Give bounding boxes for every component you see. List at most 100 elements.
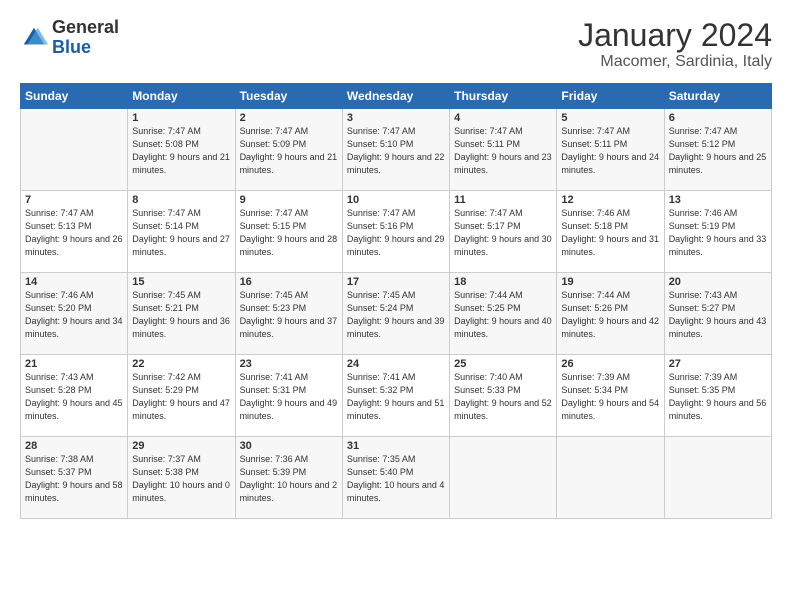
day-info: Sunrise: 7:47 AMSunset: 5:16 PMDaylight:… [347, 207, 445, 259]
day-number: 19 [561, 276, 659, 288]
day-number: 20 [669, 276, 767, 288]
day-info: Sunrise: 7:45 AMSunset: 5:23 PMDaylight:… [240, 289, 338, 341]
weekday-header-saturday: Saturday [664, 84, 771, 109]
day-number: 10 [347, 194, 445, 206]
logo-text: General Blue [52, 18, 119, 58]
day-info: Sunrise: 7:40 AMSunset: 5:33 PMDaylight:… [454, 371, 552, 423]
calendar-cell: 20Sunrise: 7:43 AMSunset: 5:27 PMDayligh… [664, 273, 771, 355]
header: General Blue January 2024 Macomer, Sardi… [20, 18, 772, 71]
calendar-week-row: 1Sunrise: 7:47 AMSunset: 5:08 PMDaylight… [21, 109, 772, 191]
day-info: Sunrise: 7:36 AMSunset: 5:39 PMDaylight:… [240, 453, 338, 505]
day-info: Sunrise: 7:46 AMSunset: 5:18 PMDaylight:… [561, 207, 659, 259]
day-info: Sunrise: 7:44 AMSunset: 5:26 PMDaylight:… [561, 289, 659, 341]
calendar-cell: 28Sunrise: 7:38 AMSunset: 5:37 PMDayligh… [21, 437, 128, 519]
day-number: 24 [347, 358, 445, 370]
day-number: 18 [454, 276, 552, 288]
day-number: 22 [132, 358, 230, 370]
calendar-cell: 5Sunrise: 7:47 AMSunset: 5:11 PMDaylight… [557, 109, 664, 191]
day-info: Sunrise: 7:47 AMSunset: 5:13 PMDaylight:… [25, 207, 123, 259]
weekday-header-tuesday: Tuesday [235, 84, 342, 109]
calendar-week-row: 21Sunrise: 7:43 AMSunset: 5:28 PMDayligh… [21, 355, 772, 437]
day-number: 14 [25, 276, 123, 288]
day-info: Sunrise: 7:45 AMSunset: 5:21 PMDaylight:… [132, 289, 230, 341]
calendar-cell: 13Sunrise: 7:46 AMSunset: 5:19 PMDayligh… [664, 191, 771, 273]
calendar-cell: 23Sunrise: 7:41 AMSunset: 5:31 PMDayligh… [235, 355, 342, 437]
calendar-cell: 29Sunrise: 7:37 AMSunset: 5:38 PMDayligh… [128, 437, 235, 519]
calendar-cell [21, 109, 128, 191]
day-info: Sunrise: 7:47 AMSunset: 5:14 PMDaylight:… [132, 207, 230, 259]
day-number: 31 [347, 440, 445, 452]
calendar-cell: 31Sunrise: 7:35 AMSunset: 5:40 PMDayligh… [342, 437, 449, 519]
day-info: Sunrise: 7:37 AMSunset: 5:38 PMDaylight:… [132, 453, 230, 505]
calendar-cell: 22Sunrise: 7:42 AMSunset: 5:29 PMDayligh… [128, 355, 235, 437]
day-info: Sunrise: 7:47 AMSunset: 5:11 PMDaylight:… [454, 125, 552, 177]
day-number: 28 [25, 440, 123, 452]
calendar-cell: 18Sunrise: 7:44 AMSunset: 5:25 PMDayligh… [450, 273, 557, 355]
calendar-cell: 24Sunrise: 7:41 AMSunset: 5:32 PMDayligh… [342, 355, 449, 437]
calendar-cell: 21Sunrise: 7:43 AMSunset: 5:28 PMDayligh… [21, 355, 128, 437]
day-info: Sunrise: 7:42 AMSunset: 5:29 PMDaylight:… [132, 371, 230, 423]
day-number: 9 [240, 194, 338, 206]
calendar-cell: 12Sunrise: 7:46 AMSunset: 5:18 PMDayligh… [557, 191, 664, 273]
day-info: Sunrise: 7:41 AMSunset: 5:31 PMDaylight:… [240, 371, 338, 423]
day-number: 4 [454, 112, 552, 124]
calendar-week-row: 14Sunrise: 7:46 AMSunset: 5:20 PMDayligh… [21, 273, 772, 355]
day-info: Sunrise: 7:46 AMSunset: 5:19 PMDaylight:… [669, 207, 767, 259]
day-info: Sunrise: 7:39 AMSunset: 5:34 PMDaylight:… [561, 371, 659, 423]
day-number: 2 [240, 112, 338, 124]
day-number: 15 [132, 276, 230, 288]
day-info: Sunrise: 7:45 AMSunset: 5:24 PMDaylight:… [347, 289, 445, 341]
calendar-cell: 14Sunrise: 7:46 AMSunset: 5:20 PMDayligh… [21, 273, 128, 355]
day-number: 26 [561, 358, 659, 370]
day-number: 25 [454, 358, 552, 370]
weekday-header-thursday: Thursday [450, 84, 557, 109]
day-number: 5 [561, 112, 659, 124]
calendar-cell: 30Sunrise: 7:36 AMSunset: 5:39 PMDayligh… [235, 437, 342, 519]
page-container: General Blue January 2024 Macomer, Sardi… [0, 0, 792, 529]
calendar-cell: 1Sunrise: 7:47 AMSunset: 5:08 PMDaylight… [128, 109, 235, 191]
logo: General Blue [20, 18, 119, 58]
day-info: Sunrise: 7:43 AMSunset: 5:27 PMDaylight:… [669, 289, 767, 341]
logo-icon [20, 24, 48, 52]
day-number: 30 [240, 440, 338, 452]
calendar-cell: 7Sunrise: 7:47 AMSunset: 5:13 PMDaylight… [21, 191, 128, 273]
location: Macomer, Sardinia, Italy [578, 53, 772, 71]
day-number: 27 [669, 358, 767, 370]
calendar-cell: 6Sunrise: 7:47 AMSunset: 5:12 PMDaylight… [664, 109, 771, 191]
calendar-table: SundayMondayTuesdayWednesdayThursdayFrid… [20, 83, 772, 519]
logo-general: General [52, 18, 119, 38]
calendar-cell: 16Sunrise: 7:45 AMSunset: 5:23 PMDayligh… [235, 273, 342, 355]
day-number: 23 [240, 358, 338, 370]
day-info: Sunrise: 7:46 AMSunset: 5:20 PMDaylight:… [25, 289, 123, 341]
day-info: Sunrise: 7:47 AMSunset: 5:11 PMDaylight:… [561, 125, 659, 177]
day-number: 6 [669, 112, 767, 124]
day-info: Sunrise: 7:47 AMSunset: 5:09 PMDaylight:… [240, 125, 338, 177]
calendar-cell [664, 437, 771, 519]
day-info: Sunrise: 7:47 AMSunset: 5:08 PMDaylight:… [132, 125, 230, 177]
day-number: 1 [132, 112, 230, 124]
day-info: Sunrise: 7:47 AMSunset: 5:17 PMDaylight:… [454, 207, 552, 259]
calendar-cell: 25Sunrise: 7:40 AMSunset: 5:33 PMDayligh… [450, 355, 557, 437]
calendar-cell: 17Sunrise: 7:45 AMSunset: 5:24 PMDayligh… [342, 273, 449, 355]
day-info: Sunrise: 7:44 AMSunset: 5:25 PMDaylight:… [454, 289, 552, 341]
day-number: 29 [132, 440, 230, 452]
day-number: 21 [25, 358, 123, 370]
day-info: Sunrise: 7:41 AMSunset: 5:32 PMDaylight:… [347, 371, 445, 423]
day-info: Sunrise: 7:47 AMSunset: 5:12 PMDaylight:… [669, 125, 767, 177]
calendar-cell: 11Sunrise: 7:47 AMSunset: 5:17 PMDayligh… [450, 191, 557, 273]
day-number: 3 [347, 112, 445, 124]
day-number: 8 [132, 194, 230, 206]
weekday-header-row: SundayMondayTuesdayWednesdayThursdayFrid… [21, 84, 772, 109]
day-info: Sunrise: 7:47 AMSunset: 5:10 PMDaylight:… [347, 125, 445, 177]
day-number: 11 [454, 194, 552, 206]
day-info: Sunrise: 7:47 AMSunset: 5:15 PMDaylight:… [240, 207, 338, 259]
day-number: 7 [25, 194, 123, 206]
weekday-header-friday: Friday [557, 84, 664, 109]
calendar-cell: 4Sunrise: 7:47 AMSunset: 5:11 PMDaylight… [450, 109, 557, 191]
calendar-cell: 26Sunrise: 7:39 AMSunset: 5:34 PMDayligh… [557, 355, 664, 437]
day-info: Sunrise: 7:43 AMSunset: 5:28 PMDaylight:… [25, 371, 123, 423]
weekday-header-monday: Monday [128, 84, 235, 109]
weekday-header-wednesday: Wednesday [342, 84, 449, 109]
day-info: Sunrise: 7:35 AMSunset: 5:40 PMDaylight:… [347, 453, 445, 505]
day-number: 17 [347, 276, 445, 288]
